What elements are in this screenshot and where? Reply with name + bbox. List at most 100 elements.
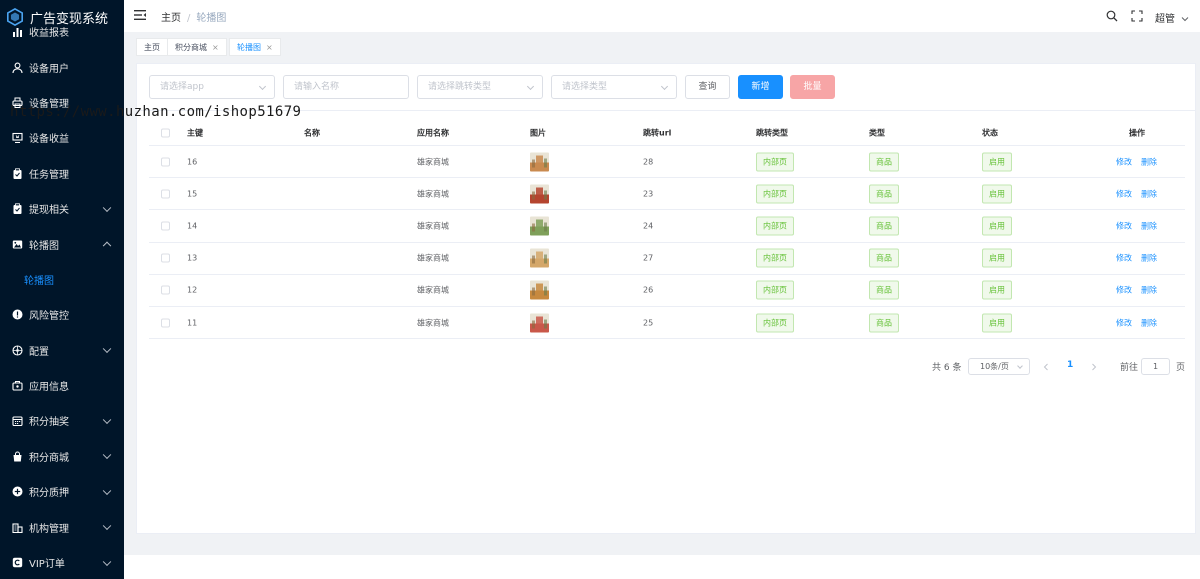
edit-link[interactable]: 修改 [1116,156,1132,167]
cell-image-thumbnail[interactable] [530,313,549,333]
user-name: 超管 [1155,14,1175,25]
sidebar-item-11[interactable]: 积分抽奖 [0,403,124,438]
row-checkbox[interactable] [161,221,170,231]
tag-label: 轮播图 [237,43,261,52]
sidebar-item-label: 任务管理 [29,169,69,181]
status-badge: 启用 [982,152,1012,172]
sidebar-item-2[interactable]: 设备管理 [0,85,124,120]
col-url: 跳转url [643,128,672,137]
chevron-down-icon [102,344,112,354]
sidebar-item-14[interactable]: 机构管理 [0,509,124,544]
cell-image-thumbnail[interactable] [530,184,549,204]
page-number-current[interactable]: 1 [1067,360,1073,370]
delete-link[interactable]: 删除 [1141,188,1157,199]
edit-link[interactable]: 修改 [1116,253,1132,264]
main-panel: 请选择app 请输入名称 请选择跳转类型 请选择类型 查询 新增 批量 主键 名… [136,63,1196,534]
select-all-checkbox[interactable] [161,128,170,137]
user-icon [12,62,23,73]
batch-button[interactable]: 批量 [790,75,835,99]
prev-page-icon[interactable] [1043,363,1049,371]
cell-url: 23 [643,189,654,199]
app-select[interactable]: 请选择app [149,75,275,99]
sidebar-item-label: 积分质押 [29,488,69,500]
sidebar-item-label: 配置 [29,346,49,358]
cell-url: 27 [643,253,654,263]
sidebar-item-12[interactable]: 积分商城 [0,439,124,474]
row-checkbox[interactable] [161,318,170,328]
add-button[interactable]: 新增 [738,75,783,99]
sidebar-item-7[interactable]: 轮播图 [0,262,124,297]
goto-page-input[interactable]: 1 [1141,358,1170,375]
row-checkbox[interactable] [161,253,170,263]
jump-type-select[interactable]: 请选择跳转类型 [417,75,543,99]
sidebar-item-4[interactable]: 任务管理 [0,156,124,191]
tag-label: 积分商城 [175,43,207,52]
search-icon[interactable] [1106,10,1118,22]
tag-home[interactable]: 主页 [136,38,168,56]
sidebar-item-10[interactable]: 应用信息 [0,368,124,403]
table-header: 主键 名称 应用名称 图片 跳转url 跳转类型 类型 状态 操作 [149,120,1185,146]
breadcrumb-current: 轮播图 [196,13,227,24]
type-select[interactable]: 请选择类型 [551,75,677,99]
sidebar-menu: 收益报表 设备用户 设备管理 设备收益 任务管理 提现相关 轮播图 轮播图 风险管控 配置 应用信息… [0,14,124,579]
table-row: 11 雄家商城 25 内部页 商品 启用 修改 删除 [149,307,1185,340]
table-row: 12 雄家商城 26 内部页 商品 启用 修改 删除 [149,275,1185,307]
sidebar-item-0[interactable]: 收益报表 [0,14,124,49]
cell-id: 13 [187,253,198,263]
close-icon[interactable]: × [212,43,219,52]
col-actions: 操作 [1129,128,1145,137]
col-id[interactable]: 主键 [187,127,203,138]
settings-icon [12,345,23,356]
user-menu[interactable]: 超管 [1155,10,1189,25]
edit-link[interactable]: 修改 [1116,317,1132,328]
edit-link[interactable]: 修改 [1116,285,1132,296]
cell-image-thumbnail[interactable] [530,152,549,172]
status-badge: 启用 [982,313,1012,333]
jump-type-placeholder: 请选择跳转类型 [428,82,492,92]
close-icon[interactable]: × [266,43,273,52]
goto-label: 前往 [1120,363,1139,373]
row-checkbox[interactable] [161,285,170,295]
col-image: 图片 [530,128,546,137]
cell-image-thumbnail[interactable] [530,216,549,236]
sidebar-item-label: 风险管控 [29,311,69,323]
cell-app: 雄家商城 [417,285,449,295]
cell-image-thumbnail[interactable] [530,280,549,300]
cell-id: 11 [187,318,198,328]
row-checkbox[interactable] [161,157,170,167]
breadcrumb-home[interactable]: 主页 [161,13,181,24]
delete-link[interactable]: 删除 [1141,253,1157,264]
hamburger-icon[interactable] [134,10,146,20]
sidebar-item-3[interactable]: 设备收益 [0,120,124,155]
sidebar-item-9[interactable]: 配置 [0,333,124,368]
cell-url: 28 [643,157,654,167]
edit-link[interactable]: 修改 [1116,188,1132,199]
row-checkbox[interactable] [161,189,170,199]
type-badge: 商品 [869,280,899,300]
tag-carousel[interactable]: 轮播图 × [229,38,281,56]
page-size-select[interactable]: 10条/页 [968,358,1030,375]
delete-link[interactable]: 删除 [1141,285,1157,296]
type-badge: 商品 [869,152,899,172]
delete-link[interactable]: 删除 [1141,317,1157,328]
divider [137,110,1195,111]
sidebar-item-13[interactable]: 积分质押 [0,474,124,509]
next-page-icon[interactable] [1091,363,1097,371]
delete-link[interactable]: 删除 [1141,220,1157,231]
sidebar-item-8[interactable]: 风险管控 [0,297,124,332]
copyright-icon [12,557,23,568]
tag-points-mall[interactable]: 积分商城 × [167,38,227,56]
sidebar-item-1[interactable]: 设备用户 [0,49,124,84]
sidebar-item-15[interactable]: VIP订单 [0,545,124,579]
delete-link[interactable]: 删除 [1141,156,1157,167]
sidebar-item-label: 设备用户 [29,63,69,75]
sidebar-item-label: VIP订单 [29,559,65,571]
sidebar-item-6[interactable]: 轮播图 [0,226,124,261]
name-input[interactable]: 请输入名称 [283,75,409,99]
fullscreen-icon[interactable] [1131,10,1143,22]
sidebar-item-5[interactable]: 提现相关 [0,191,124,226]
query-button[interactable]: 查询 [685,75,730,99]
cell-image-thumbnail[interactable] [530,248,549,268]
chevron-up-icon [102,241,112,251]
edit-link[interactable]: 修改 [1116,220,1132,231]
